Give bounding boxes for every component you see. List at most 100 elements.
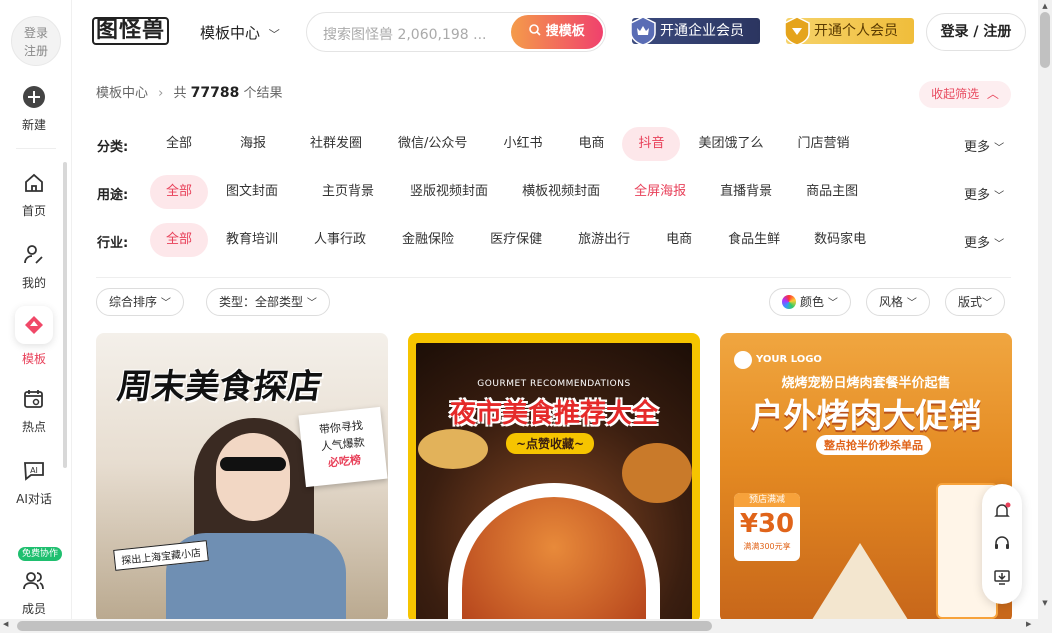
filter-chip[interactable]: 医疗保健 — [474, 223, 558, 257]
filter-chip-highlight[interactable]: 全屏海报 — [618, 175, 702, 209]
vertical-scroll-thumb[interactable] — [1040, 12, 1050, 68]
horizontal-scroll-thumb[interactable] — [17, 621, 712, 631]
filter-label-category: 分类: — [97, 140, 129, 155]
chevron-down-icon: ﹀ — [982, 298, 993, 309]
desktop-download-icon[interactable] — [993, 568, 1011, 586]
search-bar[interactable]: 搜索图怪兽 2,060,198 ... 搜模板 — [306, 12, 606, 52]
card-subtitle-en: GOURMET RECOMMENDATIONS — [477, 379, 631, 389]
more-category-button[interactable]: 更多 ﹀ — [964, 136, 1004, 155]
filter-chip[interactable]: 主页背景 — [306, 175, 390, 209]
scroll-right-arrow[interactable]: ▶ — [1026, 620, 1031, 628]
filter-chip[interactable]: 直播背景 — [704, 175, 788, 209]
template-card[interactable]: 周末美食探店 带你寻找 人气爆款 必吃榜 探出上海宝藏小店 — [96, 333, 388, 623]
site-logo[interactable]: 图怪兽 — [92, 17, 170, 45]
sidebar-login-button[interactable]: 登录 注册 — [11, 16, 61, 66]
filter-chip[interactable]: 海报 — [224, 127, 282, 161]
search-button[interactable]: 搜模板 — [511, 15, 603, 49]
coupon-label: 预店满减 — [734, 493, 800, 507]
logo-badge — [734, 351, 752, 369]
sticky-note: 带你寻找 人气爆款 必吃榜 — [298, 406, 388, 488]
filter-label-industry: 行业: — [97, 236, 129, 251]
card-logo-text: YOUR LOGO — [756, 354, 822, 365]
style-label: 风格 — [879, 295, 904, 309]
sidebar-scrollbar[interactable] — [63, 162, 67, 468]
filter-chip[interactable]: 图文封面 — [210, 175, 294, 209]
filter-chip[interactable]: 数码家电 — [798, 223, 882, 257]
template-center-dropdown[interactable]: 模板中心 ﹀ — [200, 22, 280, 43]
collapse-filter-button[interactable]: 收起筛选 ︿ — [919, 81, 1011, 108]
filter-chip[interactable]: 商品主图 — [790, 175, 874, 209]
filter-chip-active[interactable]: 全部 — [150, 175, 209, 209]
filter-chip[interactable]: 全部 — [150, 127, 208, 161]
logo-text: 图怪兽 — [92, 17, 170, 45]
filter-chip[interactable]: 金融保险 — [386, 223, 470, 257]
filter-label-usage: 用途: — [97, 188, 129, 203]
filter-chip[interactable]: 社群发圈 — [294, 127, 378, 161]
search-input[interactable]: 搜索图怪兽 2,060,198 ... — [323, 24, 487, 44]
vertical-scrollbar[interactable]: ▲ ▼ — [1038, 0, 1052, 633]
filter-chip[interactable]: 横板视频封面 — [506, 175, 616, 209]
sunglasses — [220, 457, 286, 471]
filter-chip[interactable]: 微信/公众号 — [382, 127, 483, 161]
color-label: 颜色 — [800, 295, 825, 309]
filter-chip[interactable]: 教育培训 — [210, 223, 294, 257]
sidebar-item-new[interactable]: 新建 — [0, 84, 68, 133]
enterprise-vip-button[interactable]: 开通企业会员 — [630, 16, 760, 46]
chevron-right-icon: › — [158, 86, 164, 101]
filter-chip-active[interactable]: 全部 — [150, 223, 209, 257]
scroll-down-arrow[interactable]: ▼ — [1038, 599, 1052, 607]
nav-label: 模板中心 — [200, 24, 261, 42]
scroll-up-arrow[interactable]: ▲ — [1038, 0, 1052, 12]
chevron-up-icon: ︿ — [986, 87, 999, 101]
filter-chip[interactable]: 电商 — [562, 127, 620, 161]
floating-toolbar — [982, 484, 1022, 604]
type-dropdown[interactable]: 类型：全部类型 ﹀ — [206, 288, 330, 316]
sort-dropdown[interactable]: 综合排序 ﹀ — [96, 288, 184, 316]
divider — [96, 277, 1011, 278]
filter-chip[interactable]: 食品生鲜 — [712, 223, 796, 257]
chevron-down-icon: ﹀ — [994, 191, 1005, 202]
sidebar-item-ai[interactable]: AI AI对话 — [0, 458, 68, 507]
scroll-left-arrow[interactable]: ◀ — [3, 620, 8, 628]
side-dish — [418, 429, 488, 469]
sidebar-item-members[interactable]: 成员 — [0, 568, 68, 617]
filter-chip[interactable]: 电商 — [650, 223, 708, 257]
card-title: 周末美食探店 — [114, 367, 325, 407]
more-usage-button[interactable]: 更多 ﹀ — [964, 184, 1004, 203]
search-button-label: 搜模板 — [545, 24, 585, 39]
bell-icon[interactable] — [993, 502, 1011, 520]
filter-chip[interactable]: 小红书 — [487, 127, 558, 161]
color-dropdown[interactable]: 颜色 ﹀ — [769, 288, 851, 316]
ai-chat-icon: AI — [24, 462, 44, 481]
more-label: 更多 — [964, 140, 991, 155]
filter-chip[interactable]: 竖版视频封面 — [394, 175, 504, 209]
login-label: 登录 — [23, 26, 48, 40]
free-collab-badge: 免费协作 — [18, 547, 63, 561]
sidebar-item-label: 模板 — [21, 352, 46, 366]
chevron-down-icon: ﹀ — [268, 28, 280, 41]
template-card[interactable]: GOURMET RECOMMENDATIONS 夜市美食推荐大全 ~点赞收藏~ — [408, 333, 700, 623]
more-industry-button[interactable]: 更多 ﹀ — [964, 232, 1004, 251]
breadcrumb-root-link[interactable]: 模板中心 — [96, 86, 148, 101]
sidebar-item-template[interactable]: 模板 — [0, 306, 68, 367]
filter-chip[interactable]: 旅游出行 — [562, 223, 646, 257]
register-label: 注册 — [23, 44, 48, 58]
sidebar-item-mine[interactable]: 我的 — [0, 242, 68, 291]
style-dropdown[interactable]: 风格 ﹀ — [866, 288, 930, 316]
filter-row-industry: 全部 教育培训 人事行政 金融保险 医疗保健 旅游出行 电商 食品生鲜 数码家电 — [150, 223, 882, 257]
sidebar-item-home[interactable]: 首页 — [0, 170, 68, 219]
enterprise-vip-label: 开通企业会员 — [660, 23, 744, 39]
filter-chip[interactable]: 人事行政 — [298, 223, 382, 257]
format-dropdown[interactable]: 版式﹀ — [945, 288, 1006, 316]
filter-chip[interactable]: 门店营销 — [782, 127, 866, 161]
filter-chip[interactable]: 美团饿了么 — [682, 127, 779, 161]
sidebar-item-hot[interactable]: 热点 — [0, 386, 68, 435]
coupon-condition: 满满300元享 — [743, 542, 791, 551]
template-card[interactable]: YOUR LOGO 烧烤宠粉日烤肉套餐半价起售 户外烤肉大促销 整点抢半价秒杀单… — [720, 333, 1012, 623]
headset-icon[interactable] — [993, 535, 1011, 553]
filter-chip-active[interactable]: 抖音 — [622, 127, 681, 161]
personal-vip-button[interactable]: 开通个人会员 — [784, 16, 914, 46]
login-register-button[interactable]: 登录 / 注册 — [926, 13, 1026, 51]
chevron-down-icon: ﹀ — [994, 239, 1005, 250]
divider — [16, 148, 56, 149]
